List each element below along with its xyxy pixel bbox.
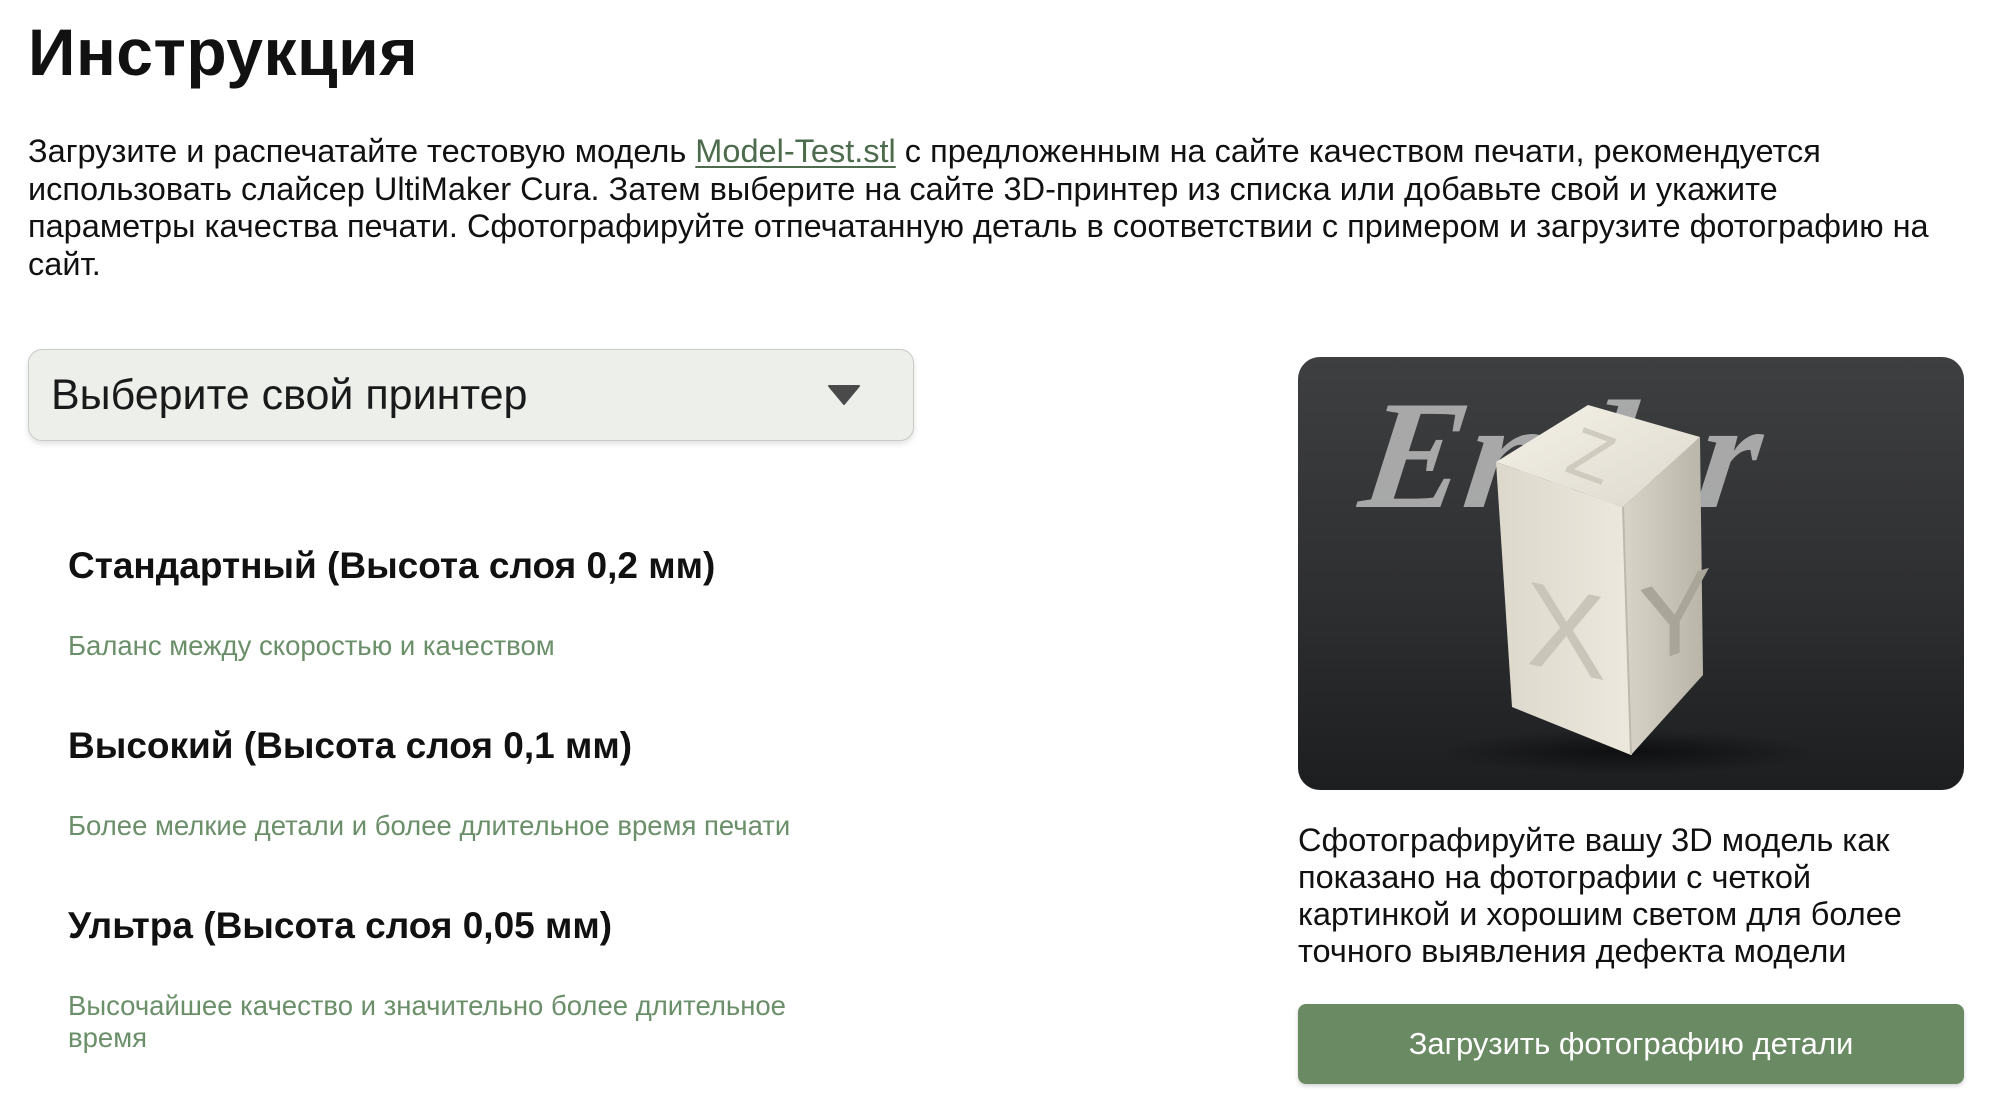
- quality-option-description: Высочайшее качество и значительно более …: [68, 990, 786, 1053]
- quality-option-title: Высокий (Высота слоя 0,1 мм): [68, 725, 633, 766]
- page-title: Инструкция: [28, 15, 419, 89]
- quality-option-title: Стандартный (Высота слоя 0,2 мм): [68, 545, 716, 586]
- model-download-link[interactable]: Model-Test.stl: [695, 133, 895, 169]
- quality-option-description: Более мелкие детали и более длительное в…: [68, 810, 791, 841]
- quality-option-standard[interactable]: Стандартный (Высота слоя 0,2 мм) Баланс …: [68, 545, 868, 661]
- instruction-text: Загрузите и распечатайте тестовую модель…: [28, 133, 1948, 283]
- cube-letter-x: X: [1526, 555, 1606, 707]
- quality-option-high[interactable]: Высокий (Высота слоя 0,1 мм) Более мелки…: [68, 725, 868, 841]
- example-photo: Ender X Y Z: [1298, 357, 1964, 790]
- cube-letter-y: Y: [1638, 543, 1711, 690]
- quality-option-description: Баланс между скоростью и качеством: [68, 630, 555, 661]
- quality-option-title: Ультра (Высота слоя 0,05 мм): [68, 905, 613, 946]
- printer-select-value: Выберите свой принтер: [51, 370, 528, 419]
- photo-caption: Сфотографируйте вашу 3D модель как показ…: [1298, 822, 1902, 969]
- chevron-down-icon: [828, 385, 860, 405]
- printer-select[interactable]: Выберите свой принтер: [28, 349, 914, 441]
- instruction-text-start: Загрузите и распечатайте тестовую модель: [28, 133, 696, 169]
- upload-photo-button[interactable]: Загрузить фотографию детали: [1298, 1004, 1964, 1084]
- quality-option-ultra[interactable]: Ультра (Высота слоя 0,05 мм) Высочайшее …: [68, 905, 868, 1053]
